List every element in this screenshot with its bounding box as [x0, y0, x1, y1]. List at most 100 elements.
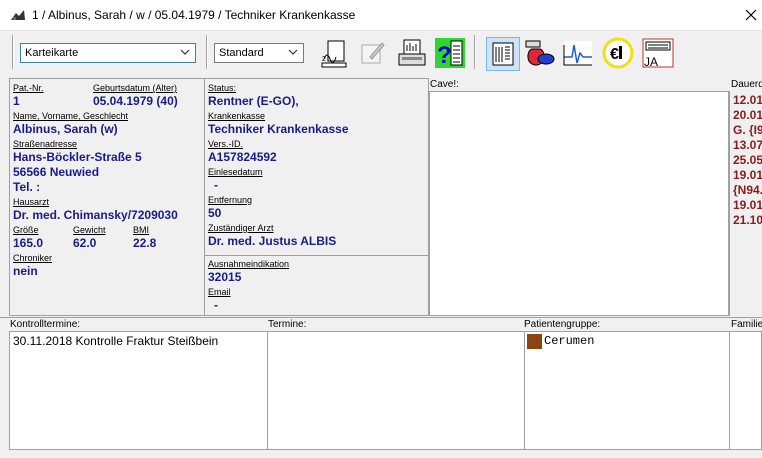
- layout-select-value: Standard: [219, 47, 264, 59]
- print-button[interactable]: [396, 37, 428, 69]
- kontroll-list[interactable]: 30.11.2018 Kontrolle Fraktur Steißbein: [9, 331, 268, 450]
- pat-nr: 1: [13, 94, 20, 108]
- sign-document-icon: 2: [321, 40, 347, 68]
- svg-text:?: ?: [437, 42, 452, 69]
- doctor-label: Hausarzt: [13, 197, 50, 207]
- app-icon: [11, 10, 25, 20]
- size-label: Größe: [13, 225, 39, 235]
- dauer-item: {N94.: [733, 183, 762, 197]
- sign-document-button[interactable]: 2: [318, 37, 350, 69]
- termine-list[interactable]: [267, 331, 525, 450]
- dauer-item: 20.01: [733, 108, 762, 122]
- cave-label: Cave!:: [430, 79, 459, 90]
- city: 56566 Neuwied: [13, 165, 100, 179]
- status: Rentner (E-GO),: [208, 94, 299, 108]
- insurance-panel: Status: Rentner (E-GO), Krankenkasse Tec…: [204, 78, 429, 256]
- svg-text:2: 2: [322, 56, 326, 63]
- svg-text:JA: JA: [644, 55, 658, 69]
- ausnahme: 32015: [208, 270, 242, 284]
- patient-name: Albinus, Sarah (w): [13, 122, 118, 136]
- dauer-item: 19.01: [733, 198, 762, 212]
- einlese-label: Einlesedatum: [208, 167, 263, 177]
- email: -: [214, 298, 218, 312]
- familie-list[interactable]: [729, 331, 762, 450]
- responsible-doctor: Dr. med. Justus ALBIS: [208, 234, 337, 248]
- close-button[interactable]: [740, 0, 762, 30]
- name-label: Name, Vorname, Geschlecht: [13, 111, 129, 121]
- patient-panel: Pat.-Nr. 1 Geburtsdatum (Alter) 05.04.19…: [9, 78, 205, 316]
- dauer-item: 13.07: [733, 138, 762, 152]
- vers-id: A157824592: [208, 150, 277, 164]
- edit-icon: [361, 42, 385, 64]
- dauer-item: 25.05: [733, 153, 762, 167]
- ecg-icon: [563, 41, 592, 66]
- kontroll-label: Kontrolltermine:: [10, 319, 81, 330]
- toolbar-separator: [12, 35, 14, 69]
- termine-label: Termine:: [268, 319, 307, 330]
- group-color-swatch: [527, 334, 542, 349]
- euro-coin-icon: €: [602, 37, 634, 69]
- size: 165.0: [13, 236, 44, 250]
- weight: 62.0: [73, 236, 97, 250]
- list-view-icon: [492, 42, 514, 66]
- bmi-label: BMI: [133, 225, 150, 235]
- gruppe-list[interactable]: Cerumen: [524, 331, 730, 450]
- list-item[interactable]: Cerumen: [544, 334, 594, 348]
- ausnahme-label: Ausnahmeindikation: [208, 259, 290, 269]
- indication-panel: Ausnahmeindikation 32015 Email -: [204, 255, 429, 316]
- kasse-label: Krankenkasse: [208, 111, 266, 121]
- billing-button[interactable]: €: [602, 37, 634, 69]
- close-icon: [745, 9, 757, 21]
- view-select[interactable]: Karteikarte: [20, 43, 196, 63]
- pat-nr-label: Pat.-Nr.: [13, 83, 44, 93]
- street: Hans-Böckler-Straße 5: [13, 150, 142, 164]
- layout-select[interactable]: Standard: [214, 43, 304, 63]
- svg-text:€: €: [610, 46, 619, 63]
- view-select-value: Karteikarte: [25, 47, 79, 59]
- chronic-label: Chroniker: [13, 253, 53, 263]
- phone: Tel. :: [13, 180, 41, 194]
- toolbar: Karteikarte Standard 2 ? € JA: [0, 31, 762, 75]
- einlese-date: -: [214, 178, 218, 192]
- help-list-icon: ?: [435, 38, 465, 69]
- distance: 50: [208, 206, 222, 220]
- birth-date: 05.04.1979 (40): [93, 94, 178, 108]
- chevron-down-icon: [288, 49, 298, 55]
- printer-icon: [398, 39, 426, 66]
- title-bar: 1 / Albinus, Sarah / w / 05.04.1979 / Te…: [0, 0, 762, 31]
- gruppe-label: Patientengruppe:: [524, 319, 601, 330]
- birth-label: Geburtsdatum (Alter): [93, 83, 178, 93]
- list-item[interactable]: 30.11.2018 Kontrolle Fraktur Steißbein: [13, 334, 218, 348]
- cave-textarea[interactable]: [429, 91, 729, 316]
- chronic: nein: [13, 264, 38, 278]
- dauer-item: 21.10: [733, 213, 762, 227]
- chevron-down-icon: [180, 49, 190, 55]
- ecg-button[interactable]: [562, 37, 594, 69]
- insurance-name: Techniker Krankenkasse: [208, 122, 349, 136]
- medication-button[interactable]: [524, 37, 556, 69]
- edit-button[interactable]: [356, 37, 388, 69]
- street-label: Straßenadresse: [13, 139, 78, 149]
- dauer-item: 12.01: [733, 93, 762, 107]
- dauer-item: 19.01: [733, 168, 762, 182]
- bmi: 22.8: [133, 236, 157, 250]
- familie-label: Familie: [731, 319, 762, 330]
- report-ja-icon: JA: [642, 38, 674, 69]
- dauer-list[interactable]: 12.01 20.01 G. {I9 13.07 25.05 19.01 {N9…: [729, 91, 762, 316]
- responsible-doctor-label: Zuständiger Arzt: [208, 223, 274, 233]
- dauer-label: Dauerd: [731, 79, 762, 90]
- toolbar-separator: [206, 35, 208, 69]
- status-label: Status:: [208, 83, 237, 93]
- distance-label: Entfernung: [208, 195, 253, 205]
- toolbar-separator: [474, 35, 476, 69]
- window-title: 1 / Albinus, Sarah / w / 05.04.1979 / Te…: [32, 8, 356, 22]
- dauer-item: G. {I9: [733, 123, 762, 137]
- email-label: Email: [208, 287, 231, 297]
- family-doctor: Dr. med. Chimansky/7209030: [13, 208, 178, 222]
- ja-report-button[interactable]: JA: [642, 37, 674, 69]
- vers-id-label: Vers.-ID.: [208, 139, 244, 149]
- help-list-button[interactable]: ?: [434, 37, 466, 69]
- karteikarte-view-button[interactable]: [486, 37, 520, 71]
- medication-icon: [525, 40, 555, 66]
- divider: [0, 317, 762, 318]
